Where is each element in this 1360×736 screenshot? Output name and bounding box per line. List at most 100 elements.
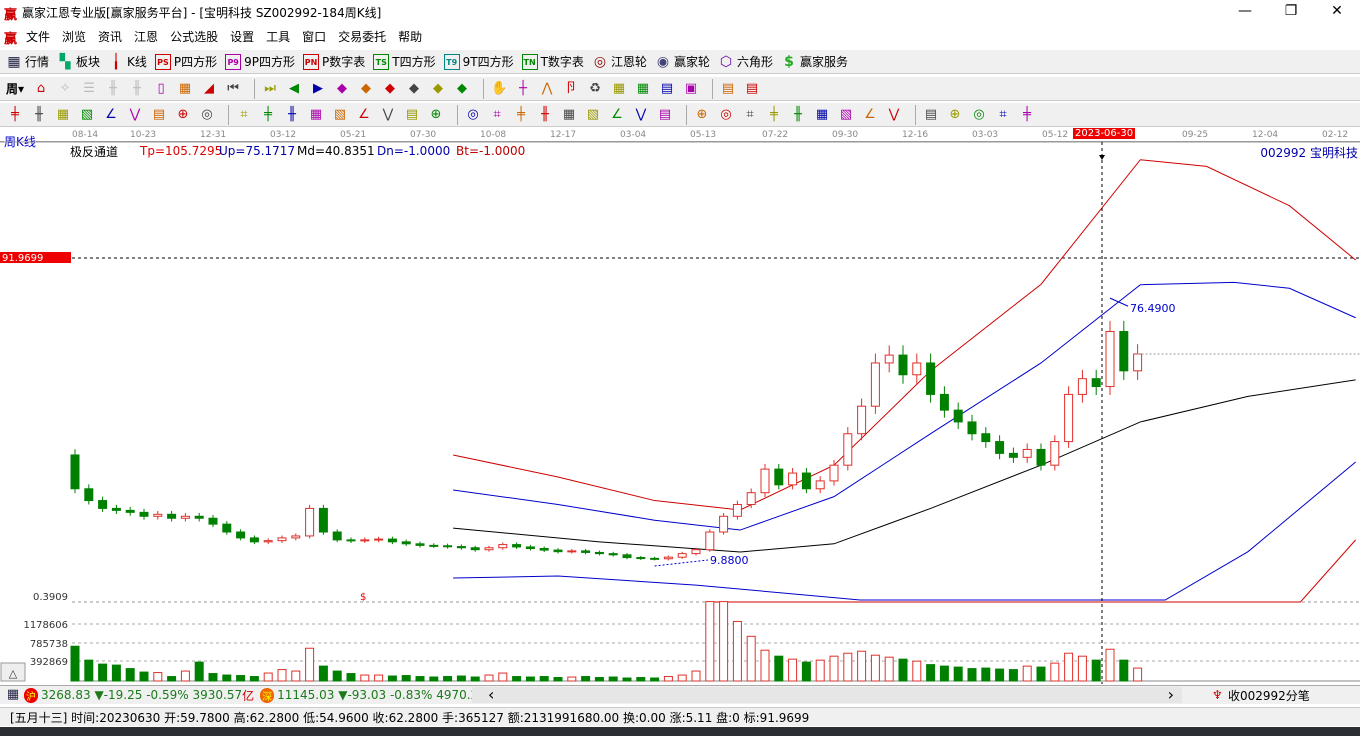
candle-body [291, 535, 301, 539]
candle-body [1077, 378, 1087, 395]
candle-body [318, 507, 328, 533]
candle-body [705, 531, 715, 551]
candle-body [305, 507, 315, 537]
sh-unit: 亿 [242, 688, 255, 703]
volume-bar [525, 676, 535, 682]
volume-bar [387, 675, 397, 682]
candle-body [429, 544, 439, 547]
volume-bar [898, 658, 908, 682]
low-pointer [654, 559, 709, 567]
channel-line-lower-blue [453, 461, 1356, 601]
volume-bar [291, 670, 301, 682]
candle-body [208, 517, 218, 525]
volume-bar [622, 677, 632, 682]
sh-index: 3268.83 [41, 688, 91, 702]
channel-line-middle-black [453, 379, 1356, 553]
volume-bar [346, 673, 356, 682]
candle-body [332, 531, 342, 541]
candle-body [167, 513, 177, 519]
candle-body [663, 556, 673, 560]
candle-body [691, 549, 701, 555]
candle-body [111, 507, 121, 511]
volume-bar [650, 677, 660, 682]
candle-body [953, 409, 963, 423]
volume-bar [870, 654, 880, 682]
volume-bar [374, 674, 384, 682]
candle-body [1133, 353, 1143, 372]
candle-body [456, 546, 466, 549]
volume-bar [939, 665, 949, 682]
volume-bar [857, 650, 867, 682]
candle-body [719, 515, 729, 533]
indicator-dn: Dn=-1.0000 [377, 144, 451, 158]
volume-bar [429, 676, 439, 682]
volume-bar [1022, 665, 1032, 682]
candle-body [981, 433, 991, 443]
candle-body [470, 547, 480, 551]
quote-grid-icon[interactable]: ▦ [4, 686, 22, 704]
candle-body [387, 538, 397, 543]
volume-bar [512, 676, 522, 682]
candle-body [870, 362, 880, 407]
candle-body [236, 531, 246, 539]
candle-body [84, 488, 94, 502]
volume-bar [1077, 655, 1087, 682]
volume-bar [194, 661, 204, 682]
scroll-right-button[interactable]: › [1168, 685, 1174, 704]
candle-body [222, 523, 232, 533]
candle-body [512, 544, 522, 548]
bar-info-text: [五月十三] 时间:20230630 开:59.7800 高:62.2800 低… [10, 710, 810, 725]
candle-body [70, 454, 80, 490]
candle-body [815, 480, 825, 490]
candle-body [1091, 378, 1101, 388]
ticker-scrollbar[interactable]: ‹ › [472, 685, 1182, 704]
sh-pct: -0.59% [146, 688, 189, 702]
channel-line-upper-red [453, 159, 1356, 511]
volume-bar [760, 649, 770, 682]
volume-bar [705, 601, 715, 682]
volume-bar [995, 668, 1005, 682]
candle-body [912, 362, 922, 376]
candle-body [277, 537, 287, 542]
volume-bar [677, 674, 687, 682]
candle-body [263, 540, 273, 543]
bottom-price-label: 0.3909 [33, 592, 68, 603]
channel-line-upper-blue [453, 281, 1356, 531]
volume-tick-label: 785738 [30, 639, 68, 650]
scroll-left-button[interactable]: ‹ [488, 685, 494, 704]
volume-bar [222, 674, 232, 682]
volume-bar [815, 659, 825, 682]
candle-body [98, 500, 108, 509]
volume-bar [1036, 666, 1046, 682]
trade-detail-link[interactable]: 收002992分笔 [1228, 687, 1310, 704]
kline-chart[interactable]: 91.9699 0.3909 $1178606 785738 392869 76.4900… [0, 0, 1360, 684]
volume-bar [249, 676, 259, 682]
candle-body [843, 433, 853, 466]
info-bar: [五月十三] 时间:20230630 开:59.7800 高:62.2800 低… [0, 707, 1360, 726]
candle-body [553, 549, 563, 553]
volume-bar [884, 656, 894, 682]
candle-body [788, 472, 798, 486]
volume-bar [801, 661, 811, 682]
candle-body [1008, 452, 1018, 458]
candle-body [884, 354, 894, 364]
volume-bar [498, 672, 508, 682]
volume-bar [788, 658, 798, 682]
volume-bar [967, 668, 977, 682]
volume-bar [332, 670, 342, 682]
candle-body [581, 550, 591, 553]
volume-bar [912, 660, 922, 682]
candle-body [1105, 331, 1115, 388]
volume-bar [1091, 659, 1101, 682]
candle-body [857, 405, 867, 435]
volume-bar [1105, 648, 1115, 682]
volume-bar [111, 664, 121, 682]
candle-body [608, 553, 618, 556]
volume-tick-label: 392869 [30, 657, 68, 668]
candle-body [539, 548, 549, 551]
channel-line-lower-red [709, 539, 1357, 603]
indicator-md: Md=40.8351 [297, 144, 375, 158]
candle-body [636, 557, 646, 560]
candle-body [801, 472, 811, 490]
candle-body [401, 541, 411, 545]
